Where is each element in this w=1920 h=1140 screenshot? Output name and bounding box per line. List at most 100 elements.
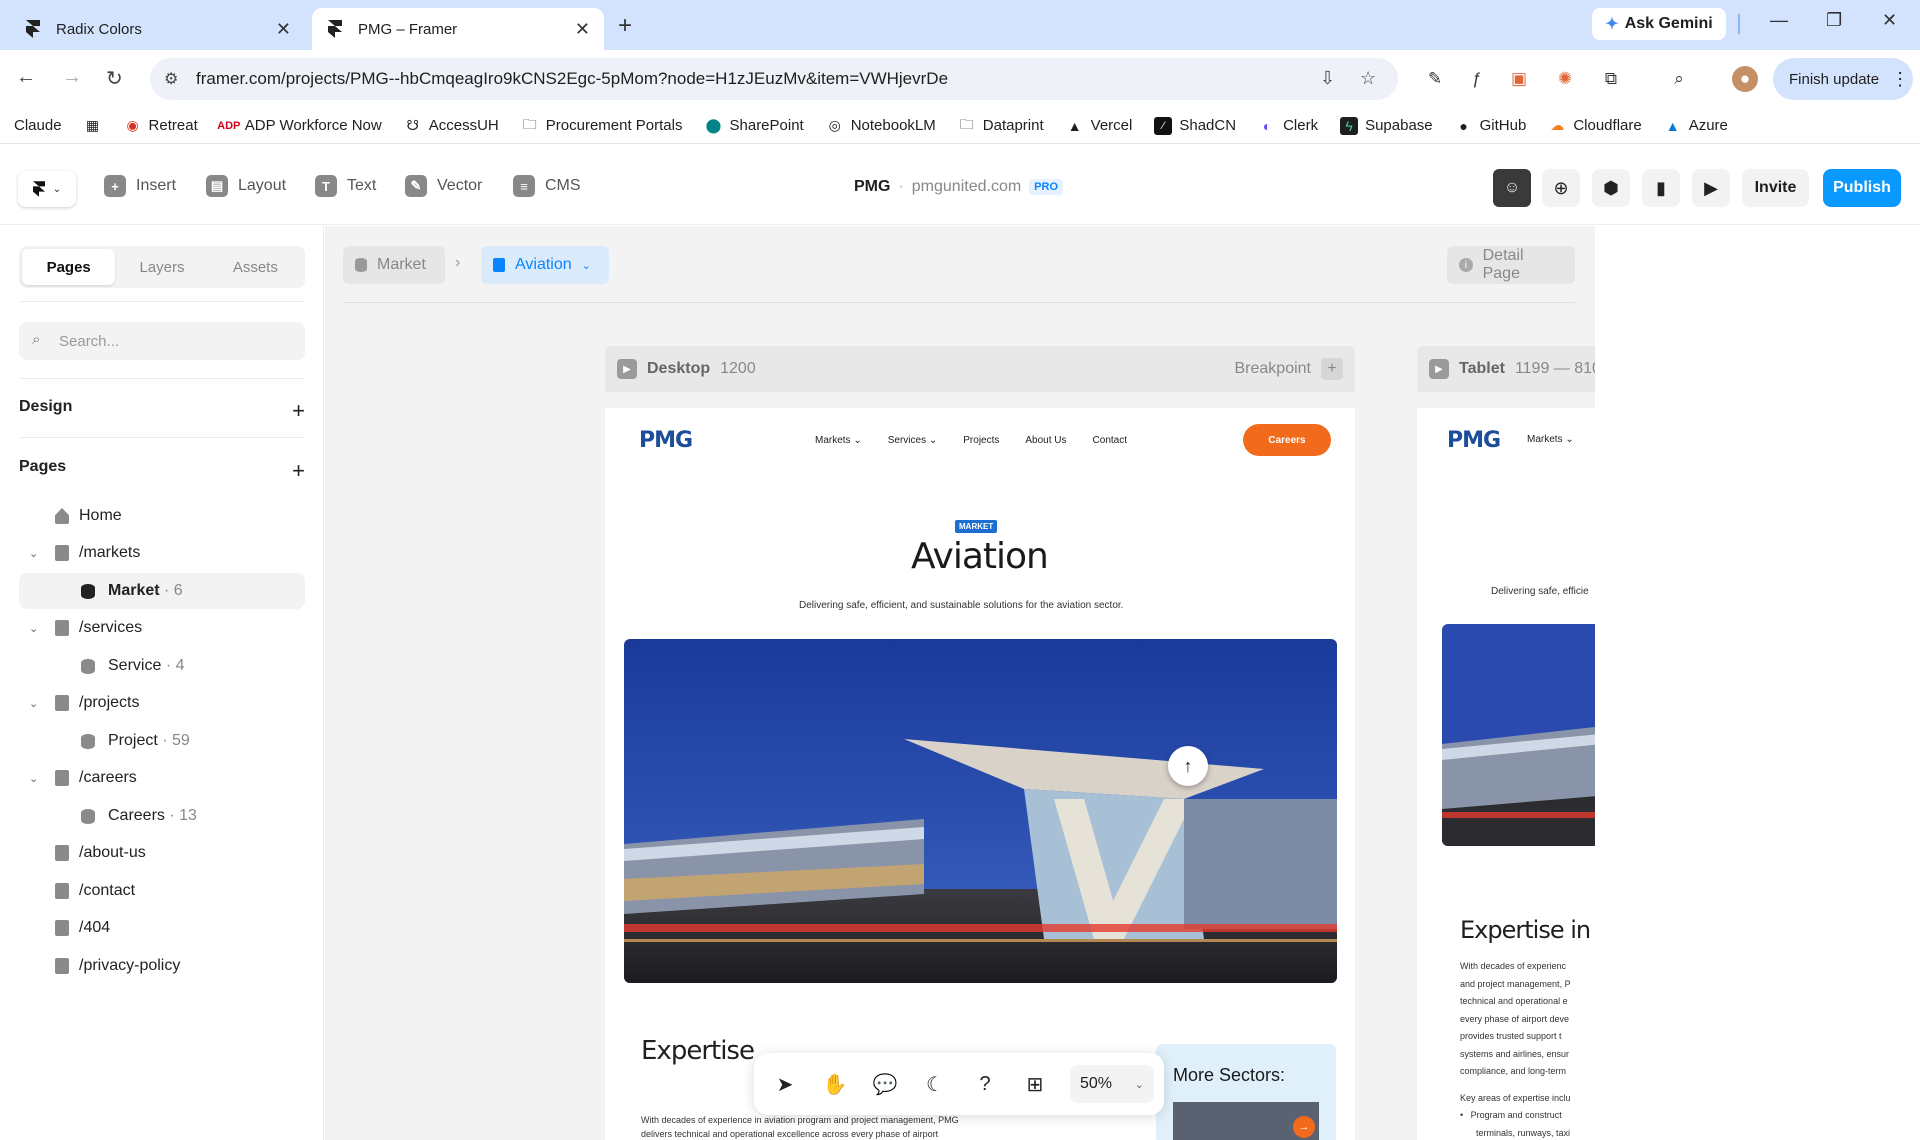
page-item-careers-cms[interactable]: Careers · 13 [19,798,305,834]
site-logo[interactable]: PMG [639,428,693,453]
bookmark-claude[interactable]: Claude [14,117,62,134]
dark-mode-moon-icon[interactable]: ☾ [920,1069,950,1099]
layout-tool[interactable]: ▤ Layout [206,175,286,197]
add-breakpoint-plus-icon[interactable]: + [1321,358,1343,380]
add-breakpoint-label[interactable]: Breakpoint [1235,360,1312,378]
invite-button[interactable]: Invite [1742,169,1809,207]
page-item-service-cms[interactable]: Service · 4 [19,648,305,684]
detail-page-button[interactable]: i Detail Page [1447,246,1575,284]
address-bar[interactable]: ⚙ framer.com/projects/PMG--hbCmqeagIro9k… [150,58,1398,100]
extension-icon[interactable]: ✎ [1422,66,1448,92]
settings-hex-icon[interactable]: ⬢ [1592,169,1630,207]
site-nav-contact[interactable]: Contact [1093,435,1127,446]
bookmark-star-icon[interactable]: ☆ [1360,68,1376,89]
analytics-icon[interactable]: ▮ [1642,169,1680,207]
tab-assets[interactable]: Assets [209,249,302,285]
page-item-market-cms[interactable]: Market · 6 [19,573,305,609]
restore-icon[interactable]: ❐ [1826,10,1842,31]
comment-icon[interactable]: 💬 [870,1069,900,1099]
site-logo[interactable]: PMG [1447,428,1501,453]
bookmark-notebooklm[interactable]: ◎ NotebookLM [826,117,936,135]
page-item-careers[interactable]: ⌄ /careers [19,760,305,796]
page-item-services[interactable]: ⌄ /services [19,610,305,646]
bookmark-clerk[interactable]: ◐ Clerk [1258,117,1318,135]
bookmark-sharepoint[interactable]: ⬤ SharePoint [705,117,804,135]
bookmark-procurement[interactable]: 🗀 Procurement Portals [521,116,683,135]
page-item-contact[interactable]: /contact [19,873,305,909]
site-nav-markets[interactable]: Markets ⌄ [1527,434,1574,445]
preview-play-icon[interactable]: ▶ [1692,169,1730,207]
page-item-404[interactable]: /404 [19,910,305,946]
bookmark-accessuh[interactable]: ☋ AccessUH [404,117,499,135]
tab-close-icon[interactable]: ✕ [276,19,291,40]
reload-icon[interactable]: ↻ [106,66,123,91]
add-design-plus-icon[interactable]: + [292,398,305,424]
canvas[interactable]: Market › Aviation ⌄ i Detail Page ▶ Desk… [325,226,1595,1140]
breadcrumb-aviation[interactable]: Aviation ⌄ [481,246,609,284]
desktop-frame[interactable]: PMG Markets ⌄ Services ⌄ Projects About … [605,408,1355,1140]
extension-f-icon[interactable]: ƒ [1464,66,1490,92]
bookmark-dataprint[interactable]: 🗀 Dataprint [958,116,1044,135]
site-nav-services[interactable]: Services ⌄ [888,435,938,446]
forward-icon[interactable]: → [62,66,82,89]
bookmark-vercel[interactable]: ▲ Vercel [1066,117,1133,135]
play-icon[interactable]: ▶ [1429,359,1449,379]
close-window-icon[interactable]: ✕ [1882,10,1897,31]
bookmark-cloudflare[interactable]: ☁ Cloudflare [1548,117,1641,135]
bookmark-supabase[interactable]: ϟ Supabase [1340,116,1433,135]
insert-tool[interactable]: + Insert [104,175,176,197]
page-item-markets[interactable]: ⌄ /markets [19,535,305,571]
breadcrumb-market[interactable]: Market [343,246,445,284]
tab-search-icon[interactable]: ⌕ [1666,66,1692,92]
back-icon[interactable]: ← [16,66,36,89]
apps-grid-icon[interactable]: ▦ [84,117,102,135]
finish-update-button[interactable]: Finish update ⋮ [1773,58,1913,100]
profile-avatar[interactable]: ● [1732,66,1758,92]
page-item-project-cms[interactable]: Project · 59 [19,723,305,759]
search-input[interactable]: ⌕ Search... [19,322,305,360]
tab-radix-colors[interactable]: Radix Colors ✕ [10,8,305,50]
select-cursor-icon[interactable]: ➤ [770,1069,800,1099]
extension-pdf-icon[interactable]: ▣ [1506,66,1532,92]
bookmark-azure[interactable]: ▲ Azure [1664,117,1728,135]
site-nav-projects[interactable]: Projects [963,435,999,446]
page-item-about-us[interactable]: /about-us [19,835,305,871]
install-app-icon[interactable]: ⇩ [1320,68,1335,89]
globe-icon[interactable]: ⊕ [1542,169,1580,207]
tab-pages[interactable]: Pages [22,249,116,285]
bookmark-adp[interactable]: ADP ADP Workforce Now [217,117,382,135]
help-icon[interactable]: ? [970,1069,1000,1099]
page-item-privacy-policy[interactable]: /privacy-policy [19,948,305,984]
new-tab-plus-icon[interactable]: + [618,12,632,40]
zoom-select[interactable]: 50% ⌄ [1070,1065,1154,1103]
hand-pan-icon[interactable]: ✋ [820,1069,850,1099]
page-item-home[interactable]: Home [19,498,305,534]
bookmark-github[interactable]: ● GitHub [1455,117,1526,135]
add-page-plus-icon[interactable]: + [292,458,305,484]
site-settings-icon[interactable]: ⚙ [164,69,178,89]
page-item-projects[interactable]: ⌄ /projects [19,685,305,721]
vector-tool[interactable]: ✎ Vector [405,175,482,197]
claude-extension-icon[interactable]: ✺ [1552,66,1578,92]
publish-button[interactable]: Publish [1823,169,1901,207]
scroll-to-top-arrow-icon[interactable]: ↑ [1168,746,1208,786]
more-sectors-card[interactable]: More Sectors: → [1156,1044,1336,1140]
play-icon[interactable]: ▶ [617,359,637,379]
site-nav-about[interactable]: About Us [1025,435,1066,446]
tab-close-icon[interactable]: ✕ [575,19,590,40]
extensions-puzzle-icon[interactable]: ⧉ [1598,66,1624,92]
tablet-breakpoint-header[interactable]: ▶ Tablet 1199 — 810 [1417,346,1595,392]
text-tool[interactable]: T Text [315,175,376,197]
plugins-grid-icon[interactable]: ⊞ [1020,1069,1050,1099]
framer-menu-button[interactable]: ⌄ [18,171,76,207]
bookmark-retreat[interactable]: ◉ Retreat [124,117,197,135]
cms-tool[interactable]: ≡ CMS [513,175,581,197]
minimize-icon[interactable]: — [1770,10,1788,31]
collaborator-avatar[interactable]: ☺ [1493,169,1531,207]
desktop-breakpoint-header[interactable]: ▶ Desktop 1200 Breakpoint + [605,346,1355,392]
project-title[interactable]: PMG · pmgunited.com PRO [854,178,1064,196]
careers-button[interactable]: Careers [1243,424,1331,456]
bookmark-shadcn[interactable]: ⁄ ShadCN [1154,116,1236,135]
tab-layers[interactable]: Layers [115,249,208,285]
tablet-frame[interactable]: PMG Markets ⌄ Delivering safe, efficie E… [1417,408,1595,1140]
